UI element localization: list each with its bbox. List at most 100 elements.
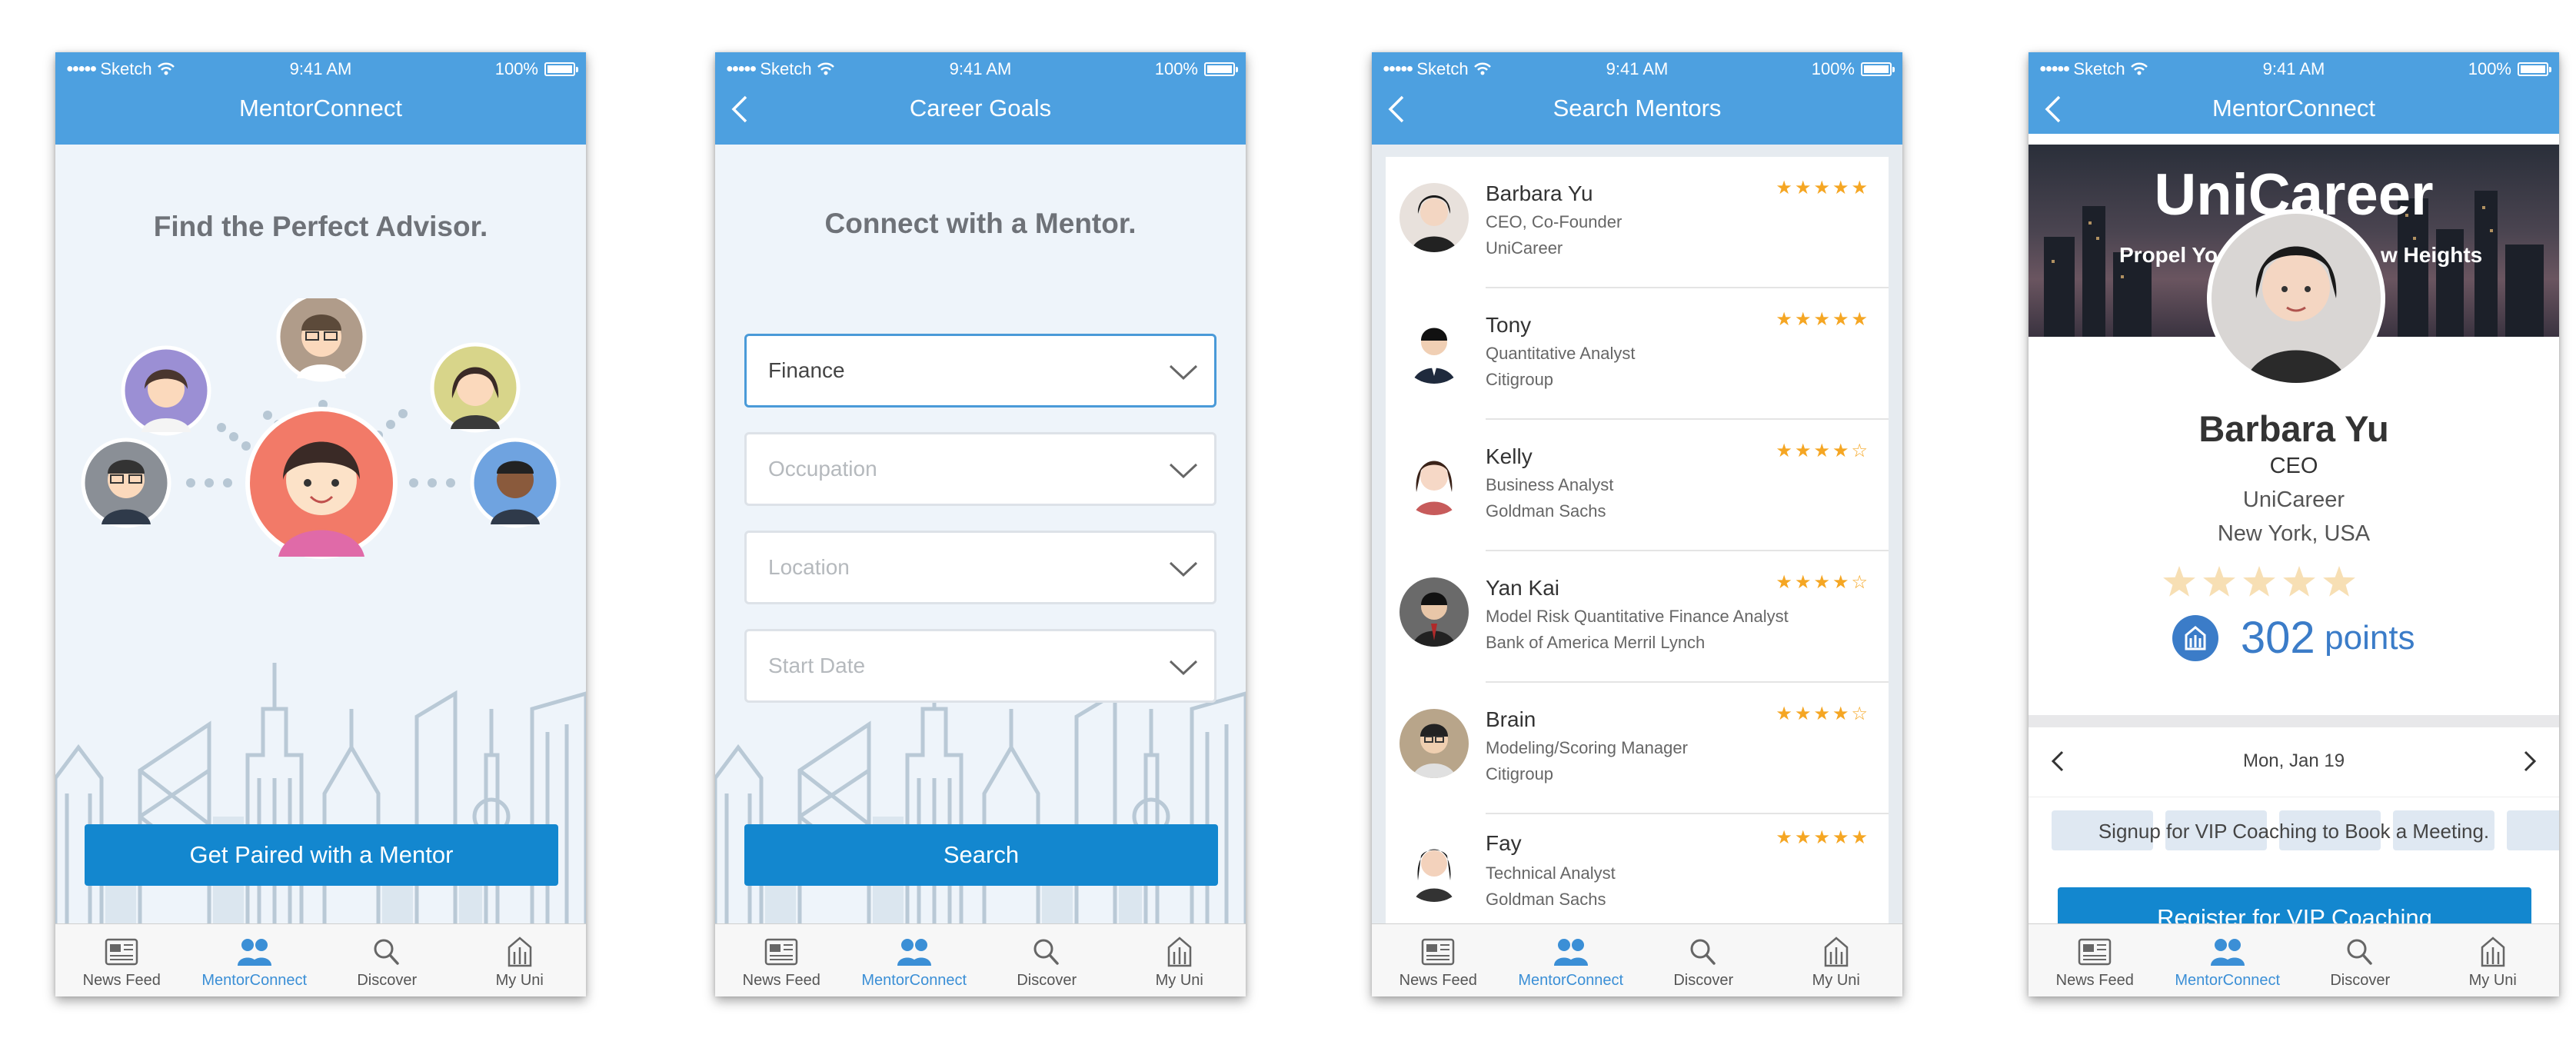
star-icon [2243, 566, 2275, 597]
profile-role: CEO [2269, 454, 2318, 478]
mentor-company: UniCareer [1486, 238, 1563, 258]
tab-label: Discover [2330, 972, 2391, 989]
banner-subtitle-right: w Heights [2381, 243, 2483, 267]
battery-icon [1204, 62, 1238, 76]
status-bar: ●●●●● Sketch 9:41 AM 100% [1372, 52, 1902, 83]
battery-icon [2518, 62, 2551, 76]
rating-stars-icon: ★★★★★ [1776, 178, 1870, 198]
mentor-photo [1399, 314, 1469, 384]
tab-mentorconnect[interactable]: MentorConnect [2162, 924, 2295, 996]
mentor-card[interactable]: Brain Modeling/Scoring Manager Citigroup… [1386, 683, 1889, 814]
mentor-photo [1399, 833, 1469, 902]
tab-discover[interactable]: Discover [321, 924, 454, 996]
industry-select[interactable]: Finance [744, 334, 1216, 408]
screen-mentor-profile: ●●●●● Sketch 9:41 AM 100% MentorConnect U… [2029, 52, 2559, 996]
star-icon [2323, 566, 2355, 597]
nav-title: Career Goals [909, 95, 1052, 121]
mentor-name: Kelly [1486, 444, 1533, 468]
people-icon [1553, 935, 1589, 969]
chevron-down-icon [1168, 364, 1199, 381]
mentor-role: Technical Analyst [1486, 863, 1616, 883]
get-paired-button[interactable]: Get Paired with a Mentor [85, 824, 558, 886]
occupation-select[interactable]: Occupation [744, 432, 1216, 506]
tab-news-feed[interactable]: News Feed [715, 924, 848, 996]
tab-news-feed[interactable]: News Feed [1372, 924, 1505, 996]
status-bar: ●●●●● Sketch 9:41 AM 100% [55, 52, 586, 83]
chevron-down-icon [1168, 462, 1199, 479]
university-icon [1161, 935, 1198, 969]
mentor-role: CEO, Co-Founder [1486, 212, 1622, 231]
mentor-company: Citigroup [1486, 370, 1554, 389]
people-icon [896, 935, 933, 969]
tab-label: My Uni [2468, 972, 2517, 989]
tab-label: Discover [357, 972, 418, 989]
mentor-name: Barbara Yu [1486, 181, 1593, 205]
rating-stars-icon: ★★★★☆ [1776, 704, 1870, 724]
mentor-card[interactable]: Kelly Business Analyst Goldman Sachs ★★★… [1386, 420, 1889, 551]
status-bar: ●●●●● Sketch 9:41 AM 100% [2029, 52, 2559, 83]
mentor-photo [1399, 446, 1469, 515]
rating-stars-icon: ★★★★★ [1776, 827, 1870, 848]
profile-photo [2207, 209, 2385, 388]
newspaper-icon [2076, 935, 2113, 969]
tab-label: Discover [1017, 972, 1077, 989]
star-icon [2203, 566, 2235, 597]
tab-my-uni[interactable]: My Uni [1770, 924, 1903, 996]
search-button[interactable]: Search [744, 824, 1218, 886]
select-value: Finance [768, 358, 845, 382]
battery-icon [544, 62, 578, 76]
mentor-card[interactable]: Fay Technical Analyst Goldman Sachs ★★★★… [1386, 814, 1889, 930]
profile-name: Barbara Yu [2198, 408, 2389, 449]
vip-message: Signup for VIP Coaching to Book a Meetin… [2098, 820, 2490, 843]
tab-my-uni[interactable]: My Uni [2427, 924, 2560, 996]
tab-news-feed[interactable]: News Feed [2029, 924, 2162, 996]
battery-label: 100% [1811, 59, 1855, 78]
next-day-button[interactable] [2519, 746, 2542, 777]
mentor-role: Model Risk Quantitative Finance Analyst [1486, 607, 1789, 626]
tab-label: My Uni [1812, 972, 1860, 989]
start-date-select[interactable]: Start Date [744, 629, 1216, 703]
selected-date: Mon, Jan 19 [2242, 750, 2345, 771]
university-icon [1818, 935, 1855, 969]
tab-mentorconnect[interactable]: MentorConnect [848, 924, 981, 996]
mentor-card[interactable]: Tony Quantitative Analyst Citigroup ★★★★… [1386, 288, 1889, 420]
newspaper-icon [763, 935, 800, 969]
search-icon [2341, 935, 2378, 969]
tab-news-feed[interactable]: News Feed [55, 924, 188, 996]
tab-bar: News Feed MentorConnect Discover My Uni [1372, 923, 1902, 996]
mentor-name: Tony [1486, 313, 1532, 337]
tab-label: Discover [1673, 972, 1734, 989]
mentor-role: Modeling/Scoring Manager [1486, 738, 1688, 757]
select-placeholder: Location [768, 555, 850, 579]
tab-label: News Feed [742, 972, 820, 989]
tab-label: MentorConnect [861, 972, 967, 989]
mentor-card[interactable]: Yan Kai Model Risk Quantitative Finance … [1386, 551, 1889, 683]
battery-icon [1861, 62, 1895, 76]
chevron-down-icon [1168, 659, 1199, 676]
select-placeholder: Start Date [768, 654, 866, 677]
search-icon [1685, 935, 1722, 969]
profile-company: UniCareer [2242, 487, 2345, 512]
tab-discover[interactable]: Discover [980, 924, 1113, 996]
points-label: points [2325, 618, 2415, 657]
battery-label: 100% [494, 59, 538, 78]
mentor-role: Quantitative Analyst [1486, 344, 1636, 363]
nav-bar: MentorConnect [2029, 83, 2559, 134]
tab-mentorconnect[interactable]: MentorConnect [188, 924, 321, 996]
tab-mentorconnect[interactable]: MentorConnect [1505, 924, 1638, 996]
tab-label: MentorConnect [1518, 972, 1624, 989]
nav-title: Search Mentors [1553, 95, 1722, 121]
location-select[interactable]: Location [744, 531, 1216, 604]
mentor-name: Brain [1486, 707, 1536, 731]
mentor-photo [1399, 183, 1469, 252]
tab-discover[interactable]: Discover [1637, 924, 1770, 996]
tab-my-uni[interactable]: My Uni [454, 924, 587, 996]
tab-label: MentorConnect [2175, 972, 2281, 989]
star-icon [2163, 566, 2195, 597]
tab-my-uni[interactable]: My Uni [1113, 924, 1246, 996]
points-value: 302 [2240, 613, 2315, 663]
tab-discover[interactable]: Discover [2294, 924, 2427, 996]
mentor-card[interactable]: Barbara Yu CEO, Co-Founder UniCareer ★★★… [1386, 157, 1889, 288]
tab-bar: News Feed MentorConnect Discover My Uni [55, 923, 586, 996]
search-icon [1028, 935, 1065, 969]
